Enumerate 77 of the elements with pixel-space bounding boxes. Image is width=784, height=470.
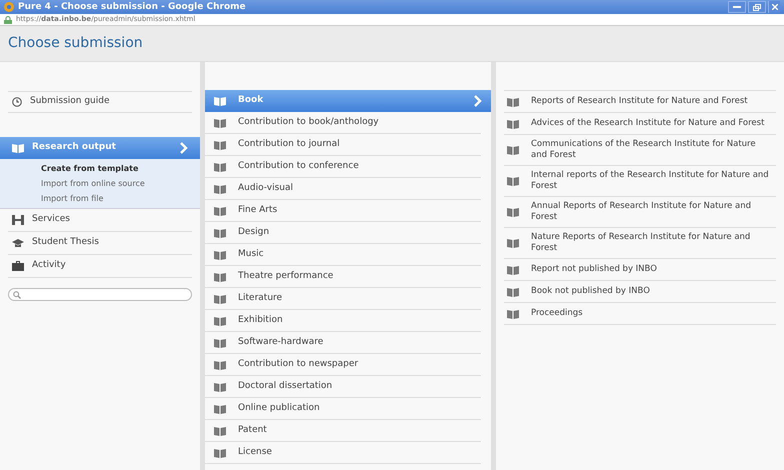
chevron-icon bbox=[474, 95, 482, 107]
book-icon bbox=[214, 184, 226, 194]
category-item[interactable]: Patent bbox=[205, 420, 481, 442]
page-title: Choose submission bbox=[8, 34, 143, 53]
restore-icon bbox=[753, 4, 761, 10]
clock-icon bbox=[12, 97, 22, 107]
submenu-item[interactable]: Import from online source bbox=[41, 176, 200, 191]
category-item[interactable]: Contribution to newspaper bbox=[205, 354, 481, 376]
book-icon bbox=[507, 308, 519, 318]
minimize-icon bbox=[733, 6, 741, 8]
category-item[interactable]: Theatre performance bbox=[205, 266, 481, 288]
category-item[interactable]: Software-hardware bbox=[205, 332, 481, 354]
book-icon bbox=[214, 206, 226, 216]
close-icon bbox=[772, 4, 778, 10]
subtype-item[interactable]: Advices of the Research Institute for Nature and Forest bbox=[504, 113, 776, 135]
book-icon bbox=[214, 272, 226, 282]
minimize-button[interactable] bbox=[728, 1, 746, 13]
category-item[interactable]: Literature bbox=[205, 288, 481, 310]
category-item[interactable]: License bbox=[205, 442, 481, 464]
category-item[interactable]: Music bbox=[205, 244, 481, 266]
subtype-item[interactable]: Communications of the Research Institute for Nature and Forest bbox=[504, 135, 776, 166]
book-icon bbox=[507, 96, 519, 106]
chevron-icon bbox=[180, 142, 188, 154]
book-icon bbox=[214, 118, 226, 128]
book-icon bbox=[214, 382, 226, 392]
book-icon bbox=[507, 286, 519, 296]
search-icon bbox=[13, 290, 21, 298]
book-icon bbox=[507, 238, 519, 248]
book-icon bbox=[507, 145, 519, 155]
category-item[interactable]: Exhibition bbox=[205, 310, 481, 332]
browser-logo-icon bbox=[4, 2, 14, 12]
subtype-item[interactable]: Proceedings bbox=[504, 303, 776, 325]
lock-icon bbox=[4, 16, 12, 24]
category-item[interactable]: Contribution to book/anthology bbox=[205, 112, 481, 134]
briefcase-icon bbox=[12, 261, 24, 271]
book-icon bbox=[214, 448, 226, 458]
category-item[interactable]: Audio-visual bbox=[205, 178, 481, 200]
sidebar-link[interactable]: Submission guide bbox=[30, 95, 110, 109]
book-icon bbox=[214, 338, 226, 348]
subtype-item[interactable]: Annual Reports of Research Institute for Nature and Forest bbox=[504, 197, 776, 228]
hierarchy-icon bbox=[12, 215, 24, 225]
book-icon bbox=[214, 250, 226, 260]
graduation-cap-icon bbox=[12, 238, 24, 248]
subtype-item[interactable]: Book not published by INBO bbox=[504, 281, 776, 303]
category-item[interactable]: Design bbox=[205, 222, 481, 244]
category-item[interactable]: Online publication bbox=[205, 398, 481, 420]
subtype-item[interactable]: Reports of Research Institute for Nature and Forest bbox=[504, 91, 776, 113]
sidebar-item[interactable]: Services bbox=[8, 209, 192, 232]
book-icon bbox=[214, 96, 226, 106]
book-icon bbox=[214, 140, 226, 150]
book-icon bbox=[507, 264, 519, 274]
book-icon bbox=[12, 143, 24, 153]
subtype-item[interactable]: Nature Reports of Research Institute for Nature and Forest bbox=[504, 228, 776, 259]
category-item[interactable]: Contribution to journal bbox=[205, 134, 481, 156]
book-icon bbox=[214, 404, 226, 414]
category-item[interactable]: Doctoral dissertation bbox=[205, 376, 481, 398]
book-icon bbox=[214, 316, 226, 326]
book-icon bbox=[214, 228, 226, 238]
subtype-item[interactable]: Internal reports of the Research Institute for Nature and Forest bbox=[504, 166, 776, 197]
book-icon bbox=[507, 207, 519, 217]
submenu-item[interactable]: Create from template bbox=[41, 161, 200, 176]
category-item[interactable]: Contribution to conference bbox=[205, 156, 481, 178]
sidebar-item[interactable]: Activity bbox=[8, 255, 192, 278]
book-icon bbox=[214, 162, 226, 172]
submenu-item[interactable]: Import from file bbox=[41, 191, 200, 206]
book-icon bbox=[507, 176, 519, 186]
restore-button[interactable] bbox=[748, 1, 766, 13]
book-icon bbox=[214, 426, 226, 436]
search-field[interactable] bbox=[8, 288, 192, 301]
sidebar-item[interactable]: Student Thesis bbox=[8, 232, 192, 255]
close-button[interactable] bbox=[768, 1, 780, 13]
window-title: Pure 4 - Choose submission - Google Chrome bbox=[18, 2, 246, 12]
category-item[interactable]: Fine Arts bbox=[205, 200, 481, 222]
book-icon bbox=[214, 360, 226, 370]
subtype-item[interactable]: Report not published by INBO bbox=[504, 259, 776, 281]
book-icon bbox=[214, 294, 226, 304]
book-icon bbox=[507, 118, 519, 128]
